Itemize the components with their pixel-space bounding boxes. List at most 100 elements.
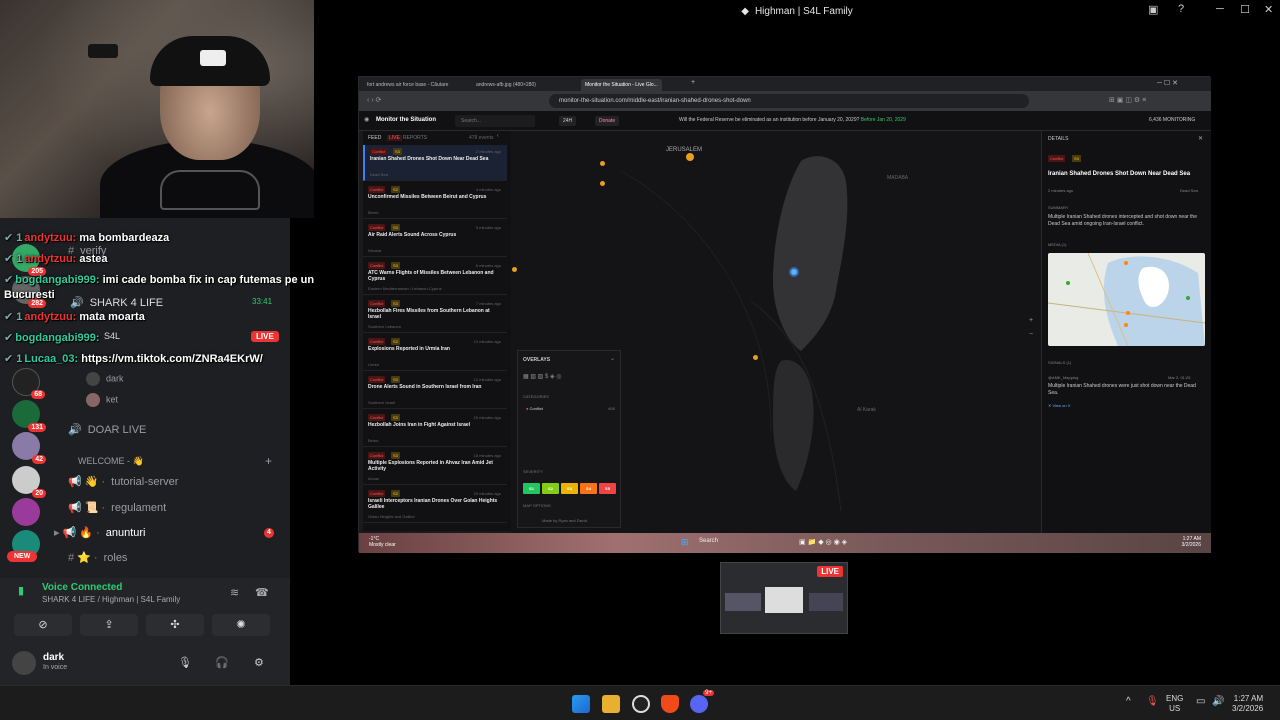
inbox-icon[interactable]: ▣ (1148, 3, 1158, 16)
feed-item[interactable]: Conflict S3 7 minutes ago Hezbollah Fires M… (363, 297, 507, 333)
feed-tab[interactable]: FEED (368, 135, 381, 141)
signal-user[interactable]: @AMK_Mapping (1048, 375, 1078, 380)
map-options-label[interactable]: MAP OPTIONS (523, 503, 551, 508)
media-thumbnail[interactable] (1048, 253, 1205, 346)
add-channel-icon[interactable]: + (265, 454, 272, 468)
pinned-apps-icon[interactable]: ▣ 📁 ◆ ◎ ◉ ◈ (799, 538, 847, 546)
event-marker[interactable] (600, 181, 605, 186)
feed-item-time: 7 minutes ago (475, 301, 501, 306)
zoom-out-icon[interactable]: − (1029, 331, 1033, 338)
close-details-icon[interactable]: ✕ (1198, 135, 1203, 142)
severity-filter-s3[interactable]: S3 (561, 483, 578, 494)
server-icon[interactable]: 131 (12, 400, 46, 432)
activities-button[interactable]: ✣ (146, 614, 204, 636)
windows-taskbar: 9+ ^ 🎙 ENG US ▭ 🔊 1:27 AM 3/2/2026 (0, 685, 1280, 720)
brave-browser-icon[interactable] (661, 695, 679, 713)
donate-button[interactable]: Donate (595, 116, 620, 126)
browser-tab[interactable]: andrews-afb.jpg (480×280) (472, 79, 540, 91)
network-icon[interactable]: ▭ (1196, 696, 1205, 707)
feed-item-title: Unconfirmed Missiles Between Beirut and … (368, 194, 487, 200)
category-welcome[interactable]: WELCOME - 👋 (78, 456, 144, 467)
soundboard-button[interactable]: ✺ (212, 614, 270, 636)
voice-member[interactable]: ket (86, 393, 118, 407)
microphone-in-use-icon[interactable]: 🎙 (1146, 696, 1159, 707)
screen-share-button[interactable]: ⇪ (80, 614, 138, 636)
feed-item[interactable]: Conflict S3 6 minutes ago ATC Warns Flights… (363, 259, 507, 295)
minimize-button[interactable]: ─ (1216, 3, 1224, 15)
site-name[interactable]: Monitor the Situation (376, 117, 436, 123)
feed-item[interactable]: Conflict S3 2 minutes ago Iranian Shahed Dr… (363, 145, 507, 181)
severity-filter-s5[interactable]: S5 (599, 483, 616, 494)
zoom-in-icon[interactable]: + (1029, 317, 1033, 324)
server-icon[interactable]: 20 (12, 466, 46, 498)
channel-regulament[interactable]: 📢 📜 · regulament (68, 501, 166, 514)
channel-roles[interactable]: # ⭐ · roles (68, 551, 127, 564)
microphone-icon[interactable]: 🎙 (178, 656, 192, 669)
feed-item[interactable]: Conflict S3 5 minutes ago Air Raid Alerts S… (363, 221, 507, 257)
server-icon[interactable] (12, 498, 40, 526)
live-tab[interactable]: LIVE (387, 135, 402, 141)
feed-item[interactable]: Conflict S3 10 minutes ago Explosions Repor… (363, 335, 507, 371)
site-search-input[interactable]: Search... (455, 115, 535, 127)
camera-off-button[interactable]: ⊘ (14, 614, 72, 636)
feed-item[interactable]: Conflict S3 18 minutes ago Multiple Explosi… (363, 449, 507, 485)
category-conflict[interactable]: ● Conflict (526, 406, 543, 411)
feed-item[interactable]: Conflict S3 20 minutes ago Israeli Intercep… (363, 487, 507, 523)
avatar[interactable] (12, 651, 36, 675)
reports-tab[interactable]: REPORTS (403, 135, 427, 141)
stream-preview-thumbnail[interactable]: LIVE (720, 562, 848, 634)
discord-taskbar-icon[interactable]: 9+ (690, 690, 714, 713)
selected-event-marker[interactable] (789, 267, 799, 277)
browser-window-controls-icon[interactable]: ─ ☐ ✕ (1157, 79, 1178, 87)
system-clock[interactable]: 1:27 AM 3/2/2026 (1232, 694, 1263, 714)
obs-icon[interactable] (632, 695, 650, 713)
windows-start-icon[interactable]: ⊞ (681, 537, 689, 548)
event-marker[interactable] (686, 153, 694, 161)
close-button[interactable]: ✕ (1264, 3, 1273, 16)
overlay-toggle-icons[interactable]: ▦ ▧ ▨ $ ◈ ◎ (523, 373, 562, 380)
browser-tab[interactable]: fort andrews air force base - Căutare (363, 79, 452, 91)
browser-tab-active[interactable]: Monitor the Situation - Live Glo... (581, 79, 662, 91)
weather-widget[interactable]: -1°C Mostly clear (369, 536, 396, 548)
event-marker[interactable] (512, 267, 517, 272)
feed-item-tag: Conflict (368, 224, 386, 231)
server-icon[interactable]: 42 (12, 432, 46, 464)
noise-suppression-icon[interactable]: ≋ (230, 586, 239, 599)
severity-filter-s4[interactable]: S4 (580, 483, 597, 494)
channel-anunturi[interactable]: ▸ 📢 🔥 · anunturi (54, 526, 146, 539)
volume-icon[interactable]: 🔊 (1212, 696, 1224, 707)
feed-item[interactable]: Conflict S3 12 minutes ago Drone Alerts Sou… (363, 373, 507, 409)
inner-search-box[interactable]: Search (699, 538, 718, 544)
voice-user-s4l[interactable]: S4L (104, 331, 120, 341)
show-hidden-icons-icon[interactable]: ^ (1126, 696, 1131, 707)
start-button-icon[interactable] (572, 695, 590, 713)
voice-member[interactable]: dark (86, 372, 124, 386)
collapse-feed-icon[interactable]: ‹ (497, 133, 499, 139)
feed-item-severity: S3 (391, 490, 400, 497)
channel-tutorial-server[interactable]: 📢 👋 · tutorial-server (68, 475, 178, 488)
language-indicator[interactable]: ENG US (1166, 694, 1183, 714)
severity-filter-s1[interactable]: S1 (523, 483, 540, 494)
event-marker[interactable] (753, 355, 758, 360)
feed-item[interactable]: Conflict S3 4 minutes ago Unconfirmed Missi… (363, 183, 507, 219)
time-range-selector[interactable]: 24H (559, 116, 577, 126)
collapse-overlays-icon[interactable]: ⌄ (610, 355, 615, 362)
view-on-x-link[interactable]: ✕ View on X (1048, 403, 1070, 408)
event-marker[interactable] (600, 161, 605, 166)
server-icon[interactable]: 68 (12, 368, 45, 399)
file-explorer-icon[interactable] (602, 695, 620, 713)
disconnect-icon[interactable]: ☎ (255, 586, 269, 599)
maximize-button[interactable]: ☐ (1240, 3, 1250, 16)
url-field[interactable]: monitor-the-situation.com/middle-east/ir… (549, 94, 1029, 108)
feed-item-location: Ahvaz (368, 476, 380, 481)
help-icon[interactable]: ? (1178, 3, 1184, 15)
settings-gear-icon[interactable]: ⚙ (254, 656, 264, 669)
voice-channel-shark[interactable]: 🔊 SHARK 4 LIFE (70, 296, 163, 309)
severity-filter-s2[interactable]: S2 (542, 483, 559, 494)
browser-extensions-icon[interactable]: ⊞ ▣ ◫ ⚙ ≡ (1109, 96, 1146, 104)
navigation-arrows-icon[interactable]: ‹ › ⟳ (367, 96, 381, 104)
headphones-icon[interactable]: 🎧 (215, 656, 229, 669)
new-tab-icon[interactable]: + (691, 79, 695, 86)
voice-channel-doar-live[interactable]: 🔊 DOAR LIVE (68, 423, 146, 436)
feed-item[interactable]: Conflict S3 15 minutes ago Hezbollah Joins … (363, 411, 507, 447)
